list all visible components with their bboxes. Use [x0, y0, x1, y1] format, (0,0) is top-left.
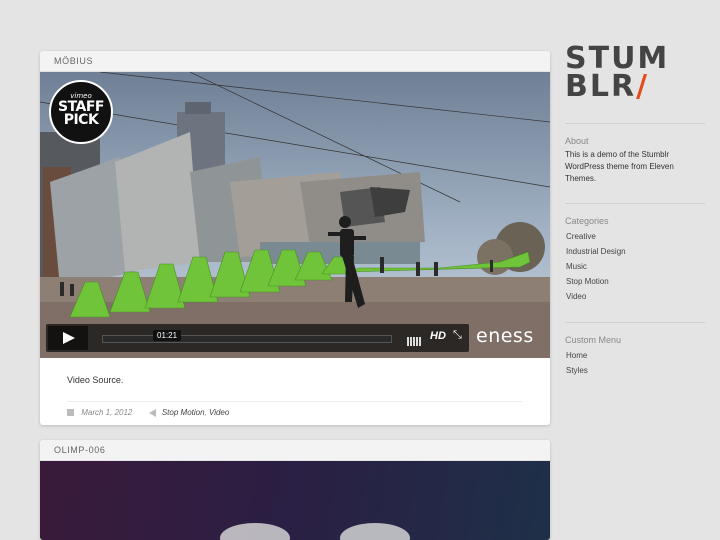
logo-line-2: BLR/ [565, 69, 650, 104]
category-link-creative[interactable]: Creative [566, 229, 705, 244]
video-frame [40, 72, 550, 358]
post-date[interactable]: March 1, 2012 [81, 408, 132, 417]
video-thumbnail[interactable] [40, 461, 550, 540]
about-text: This is a demo of the Stumblr WordPress … [565, 150, 674, 183]
tag-link-stop-motion[interactable]: Stop Motion [162, 408, 205, 417]
player-controls: 01:21 HD ⤡ [46, 324, 469, 352]
post-title[interactable]: MÖBIUS [40, 51, 550, 72]
post-body: Video Source. March 1, 2012 Stop Motion,… [40, 358, 550, 417]
fullscreen-icon[interactable]: ⤡ [453, 329, 462, 342]
volume-icon[interactable] [407, 333, 425, 346]
category-link-industrial-design[interactable]: Industrial Design [566, 244, 705, 259]
post-olimp: OLIMP-006 [40, 440, 550, 540]
custom-menu-widget: Custom Menu Home Styles [565, 322, 705, 378]
post-meta: March 1, 2012 Stop Motion, Video [67, 401, 522, 417]
badge-staff-pick-text: STAFF PICK [51, 100, 111, 128]
tag-icon [148, 408, 156, 417]
category-link-video[interactable]: Video [566, 289, 705, 304]
post-mobius: MÖBIUS vimeo STAFF PICK 01:21 HD ⤡ eness… [40, 51, 550, 425]
categories-list: Creative Industrial Design Music Stop Mo… [565, 229, 705, 304]
about-title: About [565, 136, 589, 146]
video-brand-logo: eness [476, 325, 534, 347]
category-link-stop-motion[interactable]: Stop Motion [566, 274, 705, 289]
progress-bar[interactable]: 01:21 [102, 330, 392, 343]
hd-toggle[interactable]: HD [430, 330, 446, 342]
site-logo[interactable]: STUM BLR/ [565, 44, 705, 104]
menu-link-styles[interactable]: Styles [566, 363, 705, 378]
staff-pick-badge[interactable]: vimeo STAFF PICK [49, 80, 113, 144]
sidebar: STUM BLR/ About This is a demo of the St… [565, 44, 705, 378]
category-link-music[interactable]: Music [566, 259, 705, 274]
categories-title: Categories [565, 216, 609, 226]
custom-menu-title: Custom Menu [565, 335, 622, 345]
about-widget: About This is a demo of the Stumblr Word… [565, 123, 705, 185]
tag-link-video[interactable]: Video [209, 408, 229, 417]
video-player[interactable]: vimeo STAFF PICK 01:21 HD ⤡ eness [40, 72, 550, 358]
menu-link-home[interactable]: Home [566, 348, 705, 363]
timecode: 01:21 [153, 330, 182, 341]
post-text: Video Source. [67, 375, 124, 385]
custom-menu-list: Home Styles [565, 348, 705, 378]
categories-widget: Categories Creative Industrial Design Mu… [565, 203, 705, 304]
badge-line-2: PICK [63, 112, 99, 128]
post-title[interactable]: OLIMP-006 [40, 440, 550, 461]
calendar-icon [67, 409, 74, 417]
play-button[interactable] [48, 326, 88, 350]
